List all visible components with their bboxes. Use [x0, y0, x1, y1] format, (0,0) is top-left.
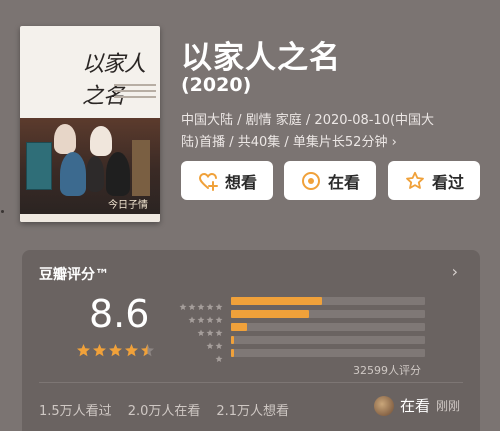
poster-image[interactable]: 以家人之名 今日子情	[20, 26, 160, 222]
divider	[39, 382, 463, 383]
small-star-icon	[197, 309, 205, 324]
small-star-icon	[206, 335, 214, 350]
watched-label: 看过	[431, 172, 464, 192]
poster-shelf	[132, 140, 150, 196]
target-icon	[300, 170, 322, 192]
bar-track	[231, 349, 425, 357]
my-status-time: 刚刚	[435, 399, 460, 413]
want-to-watch-label: 想看	[224, 172, 257, 192]
small-star-icon	[215, 348, 223, 363]
small-star-icon	[197, 296, 205, 311]
bar-stars-label	[175, 307, 223, 324]
small-star-icon	[197, 322, 205, 337]
bullet-dot	[1, 210, 4, 213]
poster-scene: 今日子情	[20, 118, 160, 214]
bar-stars-label	[175, 333, 223, 350]
bar-track	[231, 297, 425, 305]
poster-bottom-strip	[20, 214, 160, 222]
want-count[interactable]: 2.1万人想看	[216, 400, 289, 419]
bar-fill	[231, 349, 234, 357]
rating-card[interactable]: 豆瓣评分™ › 8.6 32599人评分 1.5万人看过 2.0万人在看 2.1…	[22, 250, 480, 431]
small-star-icon	[215, 322, 223, 337]
small-star-icon	[206, 322, 214, 337]
my-status[interactable]: 在看 刚刚	[373, 395, 460, 416]
bar-fill	[231, 310, 309, 318]
star-icon	[108, 343, 123, 358]
small-star-icon	[215, 335, 223, 350]
poster-corner-text: 今日子情	[108, 200, 148, 211]
bar-stars-label	[175, 294, 223, 311]
watching-button[interactable]: 在看	[284, 161, 376, 200]
star-outline-icon	[404, 170, 426, 192]
rating-count: 32599人评分	[353, 364, 421, 377]
bar-fill	[231, 336, 234, 344]
bar-track	[231, 323, 425, 331]
small-star-icon	[179, 296, 187, 311]
small-star-icon	[215, 296, 223, 311]
watched-button[interactable]: 看过	[388, 161, 480, 200]
bar-stars-label	[175, 346, 223, 363]
watching-label: 在看	[327, 172, 360, 192]
chevron-right-icon[interactable]: ›	[452, 262, 458, 281]
poster-window	[26, 142, 52, 190]
stats-row: 1.5万人看过 2.0万人在看 2.1万人想看	[39, 400, 289, 419]
star-icon	[124, 343, 139, 358]
watched-count[interactable]: 1.5万人看过	[39, 400, 112, 419]
bar-stars-label	[175, 320, 223, 337]
avatar	[373, 395, 394, 416]
watching-count[interactable]: 2.0万人在看	[128, 400, 201, 419]
small-star-icon	[188, 296, 196, 311]
poster-person	[106, 152, 130, 196]
poster-person	[54, 124, 76, 154]
my-status-label: 在看	[399, 397, 430, 415]
rating-stars	[76, 343, 155, 358]
star-icon	[92, 343, 107, 358]
poster-small-text	[114, 84, 156, 108]
rating-header: 豆瓣评分™	[39, 267, 109, 283]
small-star-icon	[206, 309, 214, 324]
movie-title: 以家人之名	[181, 40, 341, 76]
bar-track	[231, 310, 425, 318]
heart-plus-icon	[197, 170, 219, 192]
movie-info[interactable]: 中国大陆 / 剧情 家庭 / 2020-08-10(中国大陆)首播 / 共40集…	[181, 110, 443, 154]
bar-track	[231, 336, 425, 344]
poster-person	[90, 126, 112, 156]
movie-year: (2020)	[181, 74, 252, 96]
small-star-icon	[215, 309, 223, 324]
poster-person	[60, 152, 86, 196]
rating-score: 8.6	[89, 292, 150, 336]
want-to-watch-button[interactable]: 想看	[181, 161, 273, 200]
star-icon	[76, 343, 91, 358]
poster-person	[86, 156, 104, 192]
star-icon	[140, 343, 155, 358]
bar-fill	[231, 297, 323, 305]
bar-fill	[231, 323, 247, 331]
small-star-icon	[206, 296, 214, 311]
chevron-right-icon: ›	[391, 135, 397, 150]
small-star-icon	[188, 309, 196, 324]
